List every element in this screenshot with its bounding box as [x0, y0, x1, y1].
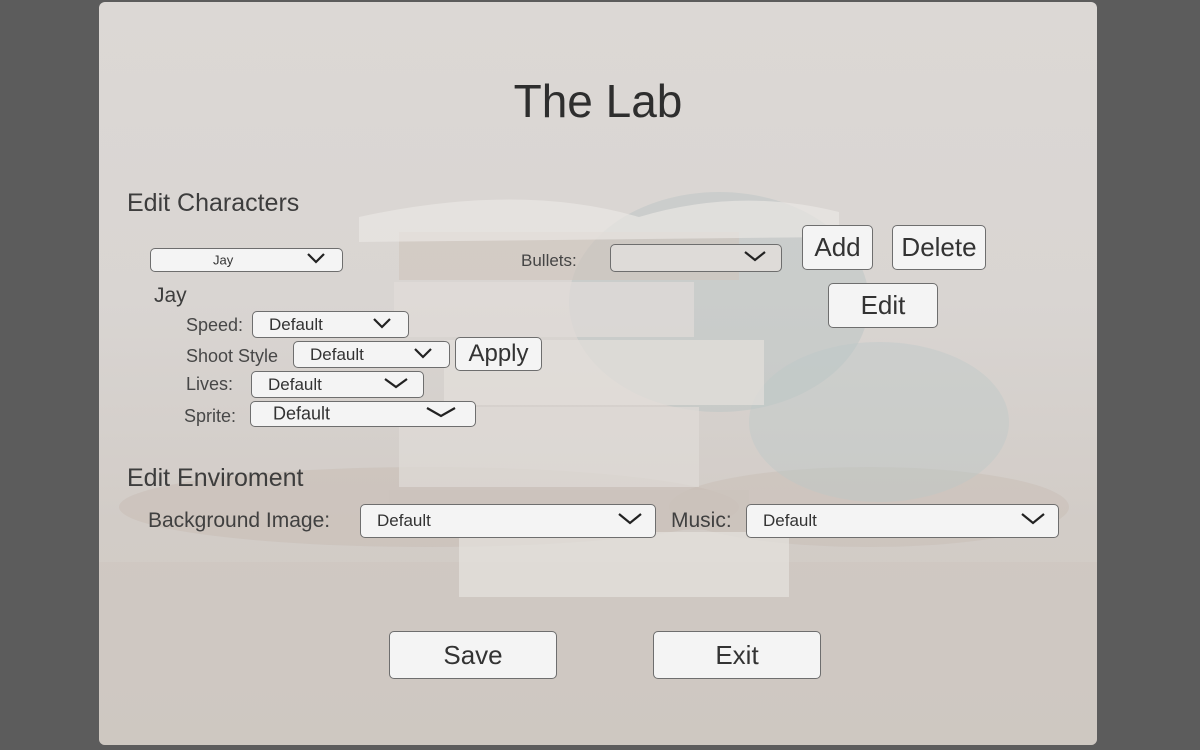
shoot-style-select[interactable]: Default: [293, 341, 450, 368]
edit-characters-heading: Edit Characters: [127, 189, 300, 217]
apply-button[interactable]: Apply: [455, 337, 542, 371]
speed-select[interactable]: Default: [252, 311, 409, 338]
shoot-style-label: Shoot Style: [186, 346, 279, 366]
bullets-select[interactable]: [610, 244, 782, 272]
speed-label: Speed:: [186, 315, 244, 335]
background-image-label: Background Image:: [148, 509, 331, 532]
music-select[interactable]: Default: [746, 504, 1059, 538]
character-select-value: Jay: [213, 252, 234, 268]
character-select[interactable]: Jay: [150, 248, 343, 272]
lives-label: Lives:: [186, 374, 234, 394]
edit-button[interactable]: Edit: [828, 283, 938, 328]
chevron-down-icon: [413, 346, 433, 364]
lives-select-value: Default: [268, 374, 322, 394]
delete-button[interactable]: Delete: [892, 225, 986, 270]
chevron-down-icon: [306, 251, 326, 269]
save-button[interactable]: Save: [389, 631, 557, 679]
sprite-label: Sprite:: [184, 406, 237, 426]
edit-environment-heading: Edit Enviroment: [127, 464, 304, 492]
chevron-down-icon: [425, 405, 457, 423]
background-image-select-value: Default: [377, 511, 431, 530]
shoot-style-select-value: Default: [310, 344, 364, 364]
chevron-down-icon: [743, 249, 767, 267]
chevron-down-icon: [617, 512, 643, 530]
background-image-select[interactable]: Default: [360, 504, 656, 538]
add-button[interactable]: Add: [802, 225, 873, 270]
music-select-value: Default: [763, 511, 817, 530]
chevron-down-icon: [372, 316, 392, 334]
chevron-down-icon: [1020, 512, 1046, 530]
chevron-down-icon: [383, 376, 409, 394]
exit-button[interactable]: Exit: [653, 631, 821, 679]
sprite-select-value: Default: [273, 403, 331, 424]
page-title: The Lab: [513, 75, 683, 127]
music-label: Music:: [671, 509, 732, 532]
bullets-label: Bullets:: [521, 251, 577, 270]
character-name: Jay: [154, 284, 187, 307]
main-panel: The Lab Edit Characters Jay Bullets: Add…: [99, 2, 1097, 745]
lives-select[interactable]: Default: [251, 371, 424, 398]
speed-select-value: Default: [269, 314, 323, 334]
sprite-select[interactable]: Default: [250, 401, 476, 427]
